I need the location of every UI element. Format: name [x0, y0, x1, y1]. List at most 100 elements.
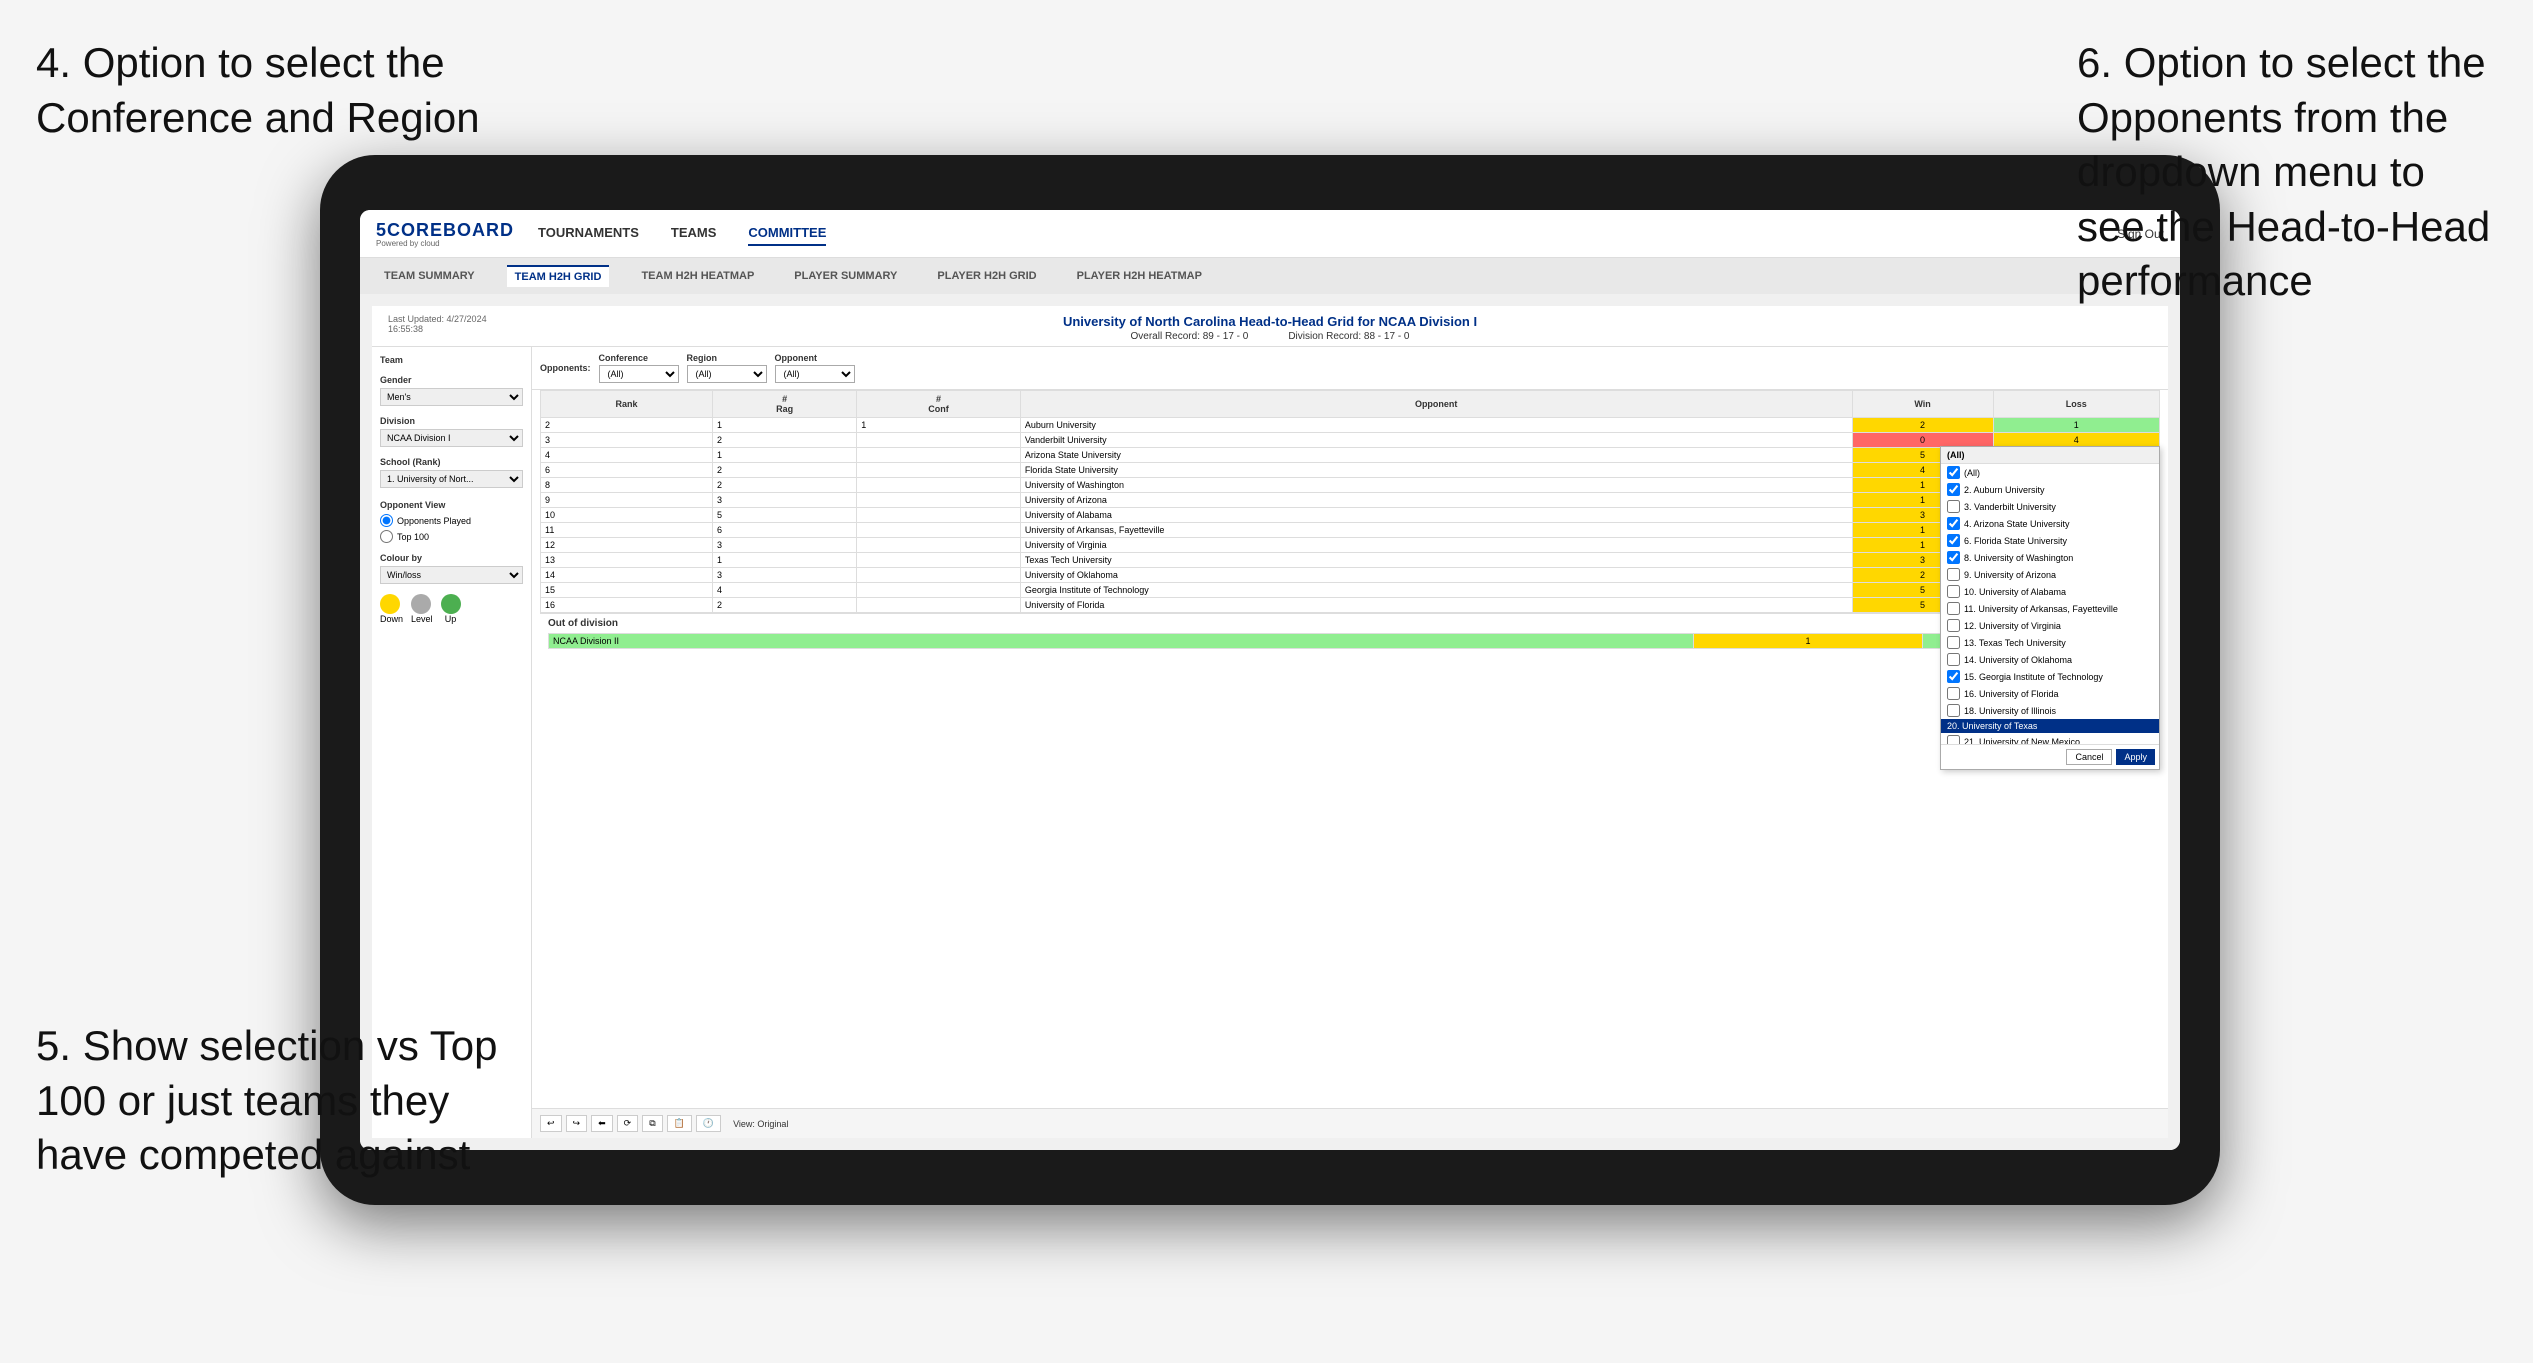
- dropdown-item-6[interactable]: 9. University of Arizona: [1941, 566, 2159, 583]
- division-label: Division: [380, 416, 523, 426]
- level-label: Level: [411, 614, 433, 624]
- panel-title: University of North Carolina Head-to-Hea…: [508, 314, 2032, 329]
- right-content: Opponents: Conference (All) Region (: [532, 347, 2168, 1138]
- sidebar-opponent-view: Opponent View Opponents Played Top 100: [380, 500, 523, 543]
- dropdown-item-9[interactable]: 12. University of Virginia: [1941, 617, 2159, 634]
- dropdown-item-3[interactable]: 4. Arizona State University: [1941, 515, 2159, 532]
- up-label: Up: [441, 614, 461, 624]
- dropdown-item-4[interactable]: 6. Florida State University: [1941, 532, 2159, 549]
- dropdown-item-7[interactable]: 10. University of Alabama: [1941, 583, 2159, 600]
- dropdown-item-1[interactable]: 2. Auburn University: [1941, 481, 2159, 498]
- bottom-toolbar: ↩ ↪ ⬅ ⟳ ⧉ 📋 🕐 View: Original: [532, 1108, 2168, 1138]
- col-loss: Loss: [1993, 391, 2159, 418]
- radio-opponents-played[interactable]: Opponents Played: [380, 514, 523, 527]
- down-color: [380, 594, 400, 614]
- conference-select[interactable]: (All): [599, 365, 679, 383]
- dropdown-item-12[interactable]: 15. Georgia Institute of Technology: [1941, 668, 2159, 685]
- sidebar-gender: Gender Men's: [380, 375, 523, 406]
- radio-top-100[interactable]: Top 100: [380, 530, 523, 543]
- tab-h2h-heatmap[interactable]: TEAM H2H HEATMAP: [633, 266, 762, 286]
- annotation-bottom-left: 5. Show selection vs Top 100 or just tea…: [36, 1019, 516, 1183]
- region-filter: Region (All): [687, 353, 767, 383]
- annotation-top-right: 6. Option to select the Opponents from t…: [2077, 36, 2497, 309]
- filter-row: Opponents: Conference (All) Region (: [532, 347, 2168, 390]
- apply-button[interactable]: Apply: [2116, 749, 2155, 765]
- colour-select[interactable]: Win/loss: [380, 566, 523, 584]
- dropdown-item-5[interactable]: 8. University of Washington: [1941, 549, 2159, 566]
- dropdown-item-all[interactable]: (All): [1941, 464, 2159, 481]
- table-row: 16 2 University of Florida 5 1: [541, 598, 2160, 613]
- school-select[interactable]: 1. University of Nort...: [380, 470, 523, 488]
- nav-items: TOURNAMENTS TEAMS COMMITTEE: [538, 221, 826, 246]
- table-row: 14 3 University of Oklahoma 2 2: [541, 568, 2160, 583]
- cancel-button[interactable]: Cancel: [2066, 749, 2112, 765]
- dropdown-item-13[interactable]: 16. University of Florida: [1941, 685, 2159, 702]
- table-row: 6 2 Florida State University 4 2: [541, 463, 2160, 478]
- dropdown-item-2[interactable]: 3. Vanderbilt University: [1941, 498, 2159, 515]
- nav-tournaments[interactable]: TOURNAMENTS: [538, 221, 639, 246]
- nav-committee[interactable]: COMMITTEE: [748, 221, 826, 246]
- ood-name: NCAA Division II: [549, 634, 1694, 649]
- opponent-dropdown: (All) (All) 2. Auburn University 3. Vand…: [1940, 446, 2160, 770]
- level-color: [411, 594, 431, 614]
- out-of-division-title: Out of division: [548, 618, 2152, 629]
- col-conf: #Conf: [857, 391, 1021, 418]
- dropdown-footer: Cancel Apply: [1941, 744, 2159, 769]
- division-record: Division Record: 88 - 17 - 0: [1288, 331, 1409, 342]
- gender-label: Gender: [380, 375, 523, 385]
- toolbar-copy[interactable]: ⧉: [642, 1115, 662, 1132]
- nav-teams[interactable]: TEAMS: [671, 221, 717, 246]
- dropdown-item-14[interactable]: 18. University of Illinois: [1941, 702, 2159, 719]
- top-navigation: 5COREBOARD Powered by cloud TOURNAMENTS …: [360, 210, 2180, 258]
- tablet-device: 5COREBOARD Powered by cloud TOURNAMENTS …: [320, 155, 2220, 1205]
- table-row: 15 4 Georgia Institute of Technology 5 0: [541, 583, 2160, 598]
- inner-panel: Last Updated: 4/27/2024 16:55:38 Univers…: [372, 306, 2168, 1138]
- tab-player-h2h-heatmap[interactable]: PLAYER H2H HEATMAP: [1069, 266, 1210, 286]
- conference-filter: Conference (All): [599, 353, 679, 383]
- toolbar-undo[interactable]: ↩: [540, 1115, 562, 1132]
- gender-select[interactable]: Men's: [380, 388, 523, 406]
- toolbar-redo[interactable]: ↪: [566, 1115, 588, 1132]
- tab-player-h2h-grid[interactable]: PLAYER H2H GRID: [929, 266, 1044, 286]
- region-select[interactable]: (All): [687, 365, 767, 383]
- col-win: Win: [1852, 391, 1993, 418]
- table-row: 12 3 University of Virginia 1 0: [541, 538, 2160, 553]
- table-row: 2 1 1 Auburn University 2 1: [541, 418, 2160, 433]
- down-label: Down: [380, 614, 403, 624]
- opponents-filter-label: Opponents:: [540, 363, 591, 373]
- division-select[interactable]: NCAA Division I: [380, 429, 523, 447]
- school-label: School (Rank): [380, 457, 523, 467]
- table-header-row: Rank #Rag #Conf Opponent Win Loss: [541, 391, 2160, 418]
- radio-group: Opponents Played Top 100: [380, 514, 523, 543]
- col-opponent: Opponent: [1020, 391, 1852, 418]
- tab-team-summary[interactable]: TEAM SUMMARY: [376, 266, 483, 286]
- dropdown-item-15[interactable]: 21. University of New Mexico: [1941, 733, 2159, 744]
- color-legend: Down Level Up: [380, 594, 523, 624]
- toolbar-clock[interactable]: 🕐: [696, 1115, 721, 1132]
- overall-record: Overall Record: 89 - 17 - 0: [1131, 331, 1249, 342]
- team-label: Team: [380, 355, 523, 365]
- dropdown-item-11[interactable]: 14. University of Oklahoma: [1941, 651, 2159, 668]
- dropdown-item-10[interactable]: 13. Texas Tech University: [1941, 634, 2159, 651]
- opponent-select[interactable]: (All): [775, 365, 855, 383]
- main-content: Last Updated: 4/27/2024 16:55:38 Univers…: [360, 294, 2180, 1150]
- logo-text: 5COREBOARD: [376, 220, 514, 241]
- col-rag: #Rag: [712, 391, 856, 418]
- sidebar-colour-by: Colour by Win/loss: [380, 553, 523, 584]
- toolbar-paste[interactable]: 📋: [667, 1115, 692, 1132]
- tab-player-summary[interactable]: PLAYER SUMMARY: [786, 266, 905, 286]
- panel-body: Team Gender Men's Division NCAA Division…: [372, 347, 2168, 1138]
- dropdown-item-8[interactable]: 11. University of Arkansas, Fayetteville: [1941, 600, 2159, 617]
- table-row: 11 6 University of Arkansas, Fayettevill…: [541, 523, 2160, 538]
- opponent-view-title: Opponent View: [380, 500, 523, 510]
- ood-table: NCAA Division II 1 0: [548, 633, 2152, 649]
- tab-h2h-grid[interactable]: TEAM H2H GRID: [507, 265, 610, 287]
- toolbar-refresh[interactable]: ⟳: [617, 1115, 639, 1132]
- toolbar-back[interactable]: ⬅: [591, 1115, 613, 1132]
- up-color: [441, 594, 461, 614]
- region-label: Region: [687, 353, 767, 363]
- table-row: 10 5 University of Alabama 3 0: [541, 508, 2160, 523]
- table-row: 9 3 University of Arizona 1 0: [541, 493, 2160, 508]
- dropdown-item-selected[interactable]: 20. University of Texas: [1941, 719, 2159, 733]
- ood-row: NCAA Division II 1 0: [549, 634, 2152, 649]
